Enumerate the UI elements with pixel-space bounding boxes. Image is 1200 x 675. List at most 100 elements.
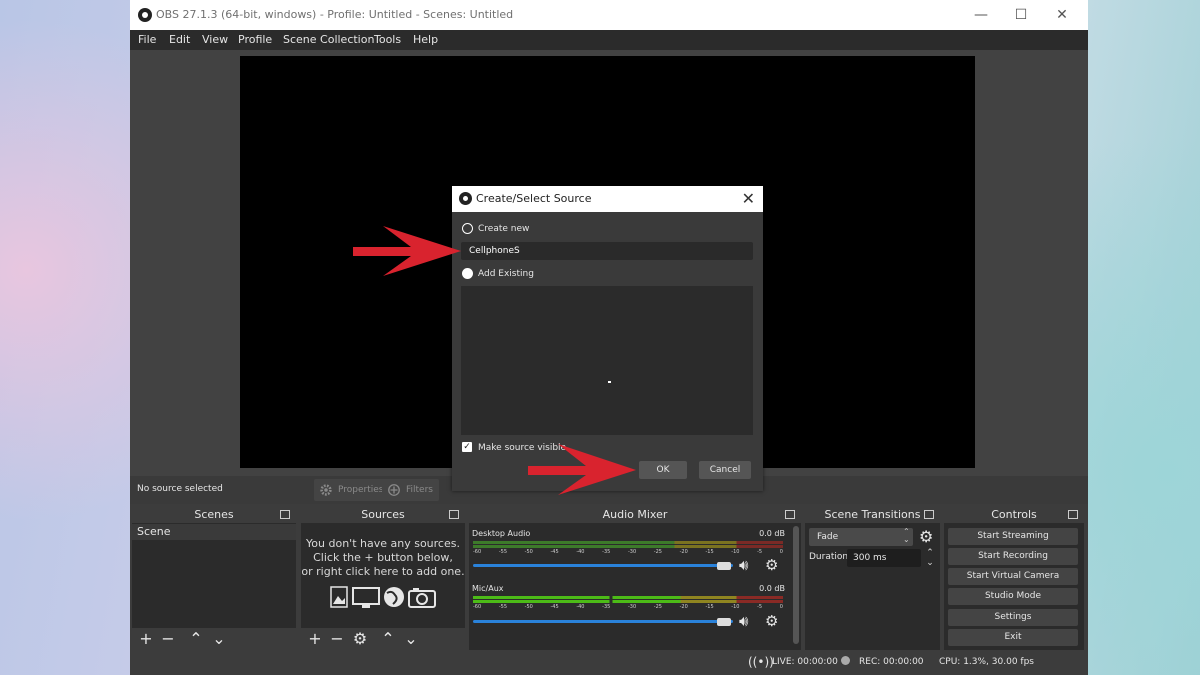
maximize-button[interactable]: ☐	[1001, 4, 1041, 26]
speaker-icon[interactable]: 🔊︎	[739, 556, 748, 574]
menu-tools[interactable]: Tools	[374, 33, 401, 46]
level-meter-bar	[473, 596, 783, 599]
remove-scene-icon[interactable]: −	[159, 630, 177, 648]
browser-globe-icon	[384, 587, 404, 607]
live-time: LIVE: 00:00:00	[772, 657, 838, 667]
menu-view[interactable]: View	[202, 33, 228, 46]
empty-line-2: Click the + button below,	[313, 551, 453, 564]
speaker-icon[interactable]: 🔊︎	[739, 612, 748, 630]
filter-icon	[388, 484, 400, 496]
filters-label: Filters	[406, 485, 433, 495]
menu-bar: File Edit View Profile Scene Collection …	[130, 30, 1088, 50]
volume-slider-handle[interactable]	[717, 618, 731, 626]
sources-dock: Sources You don't have any sources. Clic…	[301, 506, 465, 650]
add-existing-label: Add Existing	[478, 269, 534, 279]
display-icon	[352, 587, 380, 608]
start-streaming-button[interactable]: Start Streaming	[948, 528, 1078, 545]
studio-mode-button[interactable]: Studio Mode	[948, 588, 1078, 605]
dock-float-icon[interactable]	[449, 510, 459, 519]
empty-line-1: You don't have any sources.	[306, 537, 460, 550]
ok-button[interactable]: OK	[639, 461, 687, 479]
source-settings-icon[interactable]: ⚙	[351, 630, 369, 648]
gear-icon[interactable]: ⚙	[765, 556, 778, 574]
mixer-track-mic: Mic/Aux 0.0 dB -60 -55 -50 -45 -40 -35 -30 -25-…	[469, 584, 791, 640]
dock-float-icon[interactable]	[785, 510, 795, 519]
meter-scale: -60 -55 -50 -45 -40 -35 -30 -25 -20 -15 -10 -5 0	[473, 604, 783, 610]
menu-scene-collection[interactable]: Scene Collection	[283, 33, 374, 46]
add-existing-radio[interactable]	[462, 268, 473, 279]
gear-icon[interactable]: ⚙	[765, 612, 778, 630]
meter-scale: -60 -55 -50 -45 -40 -35 -30 -25 -20 -15 -10 -5 0	[473, 549, 783, 555]
track-level: 0.0 dB	[759, 529, 785, 538]
exit-button[interactable]: Exit	[948, 629, 1078, 646]
move-down-icon[interactable]: ⌄	[210, 630, 228, 648]
menu-profile[interactable]: Profile	[238, 33, 272, 46]
menu-help[interactable]: Help	[413, 33, 438, 46]
controls-title: Controls	[944, 506, 1084, 523]
duration-input[interactable]: 300 ms	[847, 549, 921, 567]
existing-sources-list[interactable]	[461, 286, 753, 435]
dialog-title-bar: Create/Select Source ✕	[452, 186, 763, 212]
sources-empty-message[interactable]: You don't have any sources. Click the + …	[301, 537, 465, 579]
create-new-radio[interactable]	[462, 223, 473, 234]
source-type-icons	[330, 586, 436, 608]
close-button[interactable]: ✕	[1042, 4, 1082, 26]
dock-float-icon[interactable]	[280, 510, 290, 519]
image-icon	[330, 586, 348, 608]
gear-icon	[320, 484, 332, 496]
menu-file[interactable]: File	[138, 33, 156, 46]
make-visible-checkbox[interactable]: ✓	[462, 442, 472, 452]
cpu-fps: CPU: 1.3%, 30.00 fps	[939, 657, 1034, 667]
minimize-button[interactable]: —	[961, 4, 1001, 26]
volume-slider[interactable]	[473, 620, 733, 623]
source-name-input[interactable]: CellphoneS	[461, 242, 753, 260]
scene-list-item[interactable]: Scene	[132, 524, 296, 540]
scenes-dock: Scenes Scene + − ⌃ ⌄	[132, 506, 296, 650]
start-virtual-camera-button[interactable]: Start Virtual Camera	[948, 568, 1078, 585]
duration-label: Duration	[809, 552, 849, 562]
start-recording-button[interactable]: Start Recording	[948, 548, 1078, 565]
rec-time: REC: 00:00:00	[859, 657, 924, 667]
dialog-title: Create/Select Source	[476, 192, 592, 205]
rec-dot-icon	[841, 656, 850, 665]
mixer-scrollbar[interactable]	[793, 526, 799, 644]
sources-toolbar: + − ⚙ ⌃ ⌄	[301, 628, 465, 650]
move-up-icon[interactable]: ⌃	[187, 630, 205, 648]
filters-button[interactable]: Filters	[382, 479, 439, 501]
transition-select[interactable]: Fade	[809, 528, 913, 546]
select-arrows-icon: ⌃ ⌄	[903, 527, 910, 544]
dock-float-icon[interactable]	[924, 510, 934, 519]
add-source-icon[interactable]: +	[306, 630, 324, 648]
volume-slider[interactable]	[473, 564, 733, 567]
settings-button[interactable]: Settings	[948, 609, 1078, 626]
cancel-button[interactable]: Cancel	[699, 461, 751, 479]
dialog-close-icon[interactable]: ✕	[742, 189, 755, 208]
mixer-track-desktop: Desktop Audio 0.0 dB -60 -55 -50 -45 -40 -35-…	[469, 529, 791, 585]
track-level: 0.0 dB	[759, 584, 785, 593]
menu-edit[interactable]: Edit	[169, 33, 190, 46]
no-source-label: No source selected	[137, 484, 223, 494]
scenes-dock-title: Scenes	[132, 506, 296, 523]
scenes-toolbar: + − ⌃ ⌄	[132, 628, 296, 650]
create-new-label: Create new	[478, 224, 530, 234]
track-name: Mic/Aux	[472, 584, 504, 593]
annotation-arrow-icon	[353, 226, 461, 276]
volume-slider-handle[interactable]	[717, 562, 731, 570]
controls-dock: Controls Start Streaming Start Recording…	[944, 506, 1084, 650]
properties-label: Properties	[338, 485, 384, 495]
gear-icon[interactable]: ⚙	[919, 527, 933, 546]
status-bar: ((•)) LIVE: 00:00:00 REC: 00:00:00 CPU: …	[130, 651, 1088, 675]
move-down-icon[interactable]: ⌄	[402, 630, 420, 648]
dock-float-icon[interactable]	[1068, 510, 1078, 519]
audio-mixer-dock: Audio Mixer Desktop Audio 0.0 dB -60 -55-…	[469, 506, 801, 650]
scene-transitions-dock: Scene Transitions Fade ⌃ ⌄ ⚙ Duration 300…	[805, 506, 940, 650]
title-bar: OBS 27.1.3 (64-bit, windows) - Profile: …	[130, 0, 1088, 30]
remove-source-icon[interactable]: −	[328, 630, 346, 648]
mouse-cursor-icon	[608, 381, 611, 383]
track-name: Desktop Audio	[472, 529, 531, 538]
level-meter-bar	[473, 600, 783, 603]
add-scene-icon[interactable]: +	[137, 630, 155, 648]
move-up-icon[interactable]: ⌃	[379, 630, 397, 648]
duration-stepper[interactable]: ⌃ ⌄	[924, 548, 936, 568]
properties-button[interactable]: Properties	[314, 479, 390, 501]
